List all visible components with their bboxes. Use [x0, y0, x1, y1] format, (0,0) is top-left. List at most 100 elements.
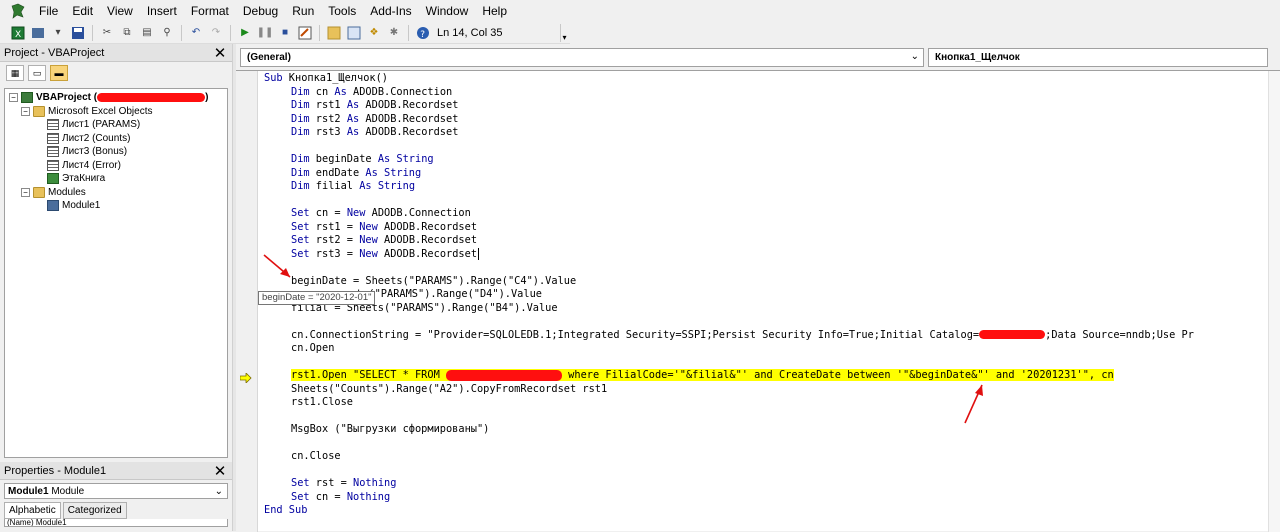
paste-icon[interactable]: ▤ [139, 25, 155, 41]
execution-point-icon [240, 373, 252, 383]
code-line: Dim rst1 As ADODB.Recordset [291, 99, 459, 111]
tree-node-sheet[interactable]: Лист1 (PARAMS) [9, 118, 227, 132]
redo-icon[interactable]: ↷ [208, 25, 224, 41]
tree-node-workbook[interactable]: ЭтаКнига [9, 172, 227, 186]
collapse-icon[interactable]: − [21, 187, 30, 197]
close-icon[interactable]: ✕ [212, 463, 228, 480]
menu-file[interactable]: File [32, 0, 65, 22]
chevron-down-icon[interactable]: ⌄ [215, 486, 223, 497]
object-browser-icon[interactable]: ❖ [366, 25, 382, 41]
procedure-combo[interactable]: Кнопка1_Щелчок [928, 48, 1268, 67]
tree-node-label: Modules [48, 186, 86, 198]
tree-node-sheet[interactable]: Лист2 (Counts) [9, 132, 227, 146]
menu-help[interactable]: Help [475, 0, 514, 22]
worksheet-icon [47, 132, 59, 144]
tree-node-sheet[interactable]: Лист4 (Error) [9, 159, 227, 173]
code-line: MsgBox ("Выгрузки сформированы") [291, 423, 490, 435]
menu-add-ins[interactable]: Add-Ins [363, 0, 418, 22]
code-line: cn.ConnectionString = "Provider=SQLOLEDB… [291, 328, 1194, 341]
undo-icon[interactable]: ↶ [188, 25, 204, 41]
run-icon[interactable]: ▶ [237, 25, 253, 41]
menu-edit[interactable]: Edit [65, 0, 100, 22]
tab-alphabetic[interactable]: Alphabetic [4, 502, 61, 519]
code-editor[interactable]: Sub Кнопка1_Щелчок() Dim cn As ADODB.Con… [236, 70, 1280, 532]
tree-node-sheet[interactable]: Лист3 (Bonus) [9, 145, 227, 159]
code-line: Dim beginDate As String [291, 153, 434, 165]
tree-node-vbaproject[interactable]: − VBAProject ( ) [9, 91, 227, 105]
close-icon[interactable]: ✕ [212, 45, 228, 62]
project-explorer-icon[interactable] [326, 25, 342, 41]
code-line: Sheets("Counts").Range("A2").CopyFromRec… [291, 382, 608, 395]
copy-icon[interactable]: ⧉ [119, 25, 135, 41]
object-select[interactable]: Module1 Module ⌄ [4, 483, 228, 499]
tree-node-modules[interactable]: − Modules [9, 186, 227, 200]
menu-debug[interactable]: Debug [236, 0, 285, 22]
insert-module-icon[interactable] [30, 25, 46, 41]
code-text[interactable]: Sub Кнопка1_Щелчок() Dim cn As ADODB.Con… [264, 72, 1280, 518]
project-tree: − VBAProject ( ) − Microsoft Excel Objec… [4, 88, 228, 458]
tree-node-label: Module1 [62, 200, 101, 212]
project-explorer-title-bar: Project - VBAProject ✕ [0, 44, 232, 62]
properties-title-bar: Properties - Module1 ✕ [0, 462, 232, 480]
tree-node-label: Лист3 (Bonus) [62, 146, 128, 158]
reset-icon[interactable]: ■ [277, 25, 293, 41]
tree-node-module1[interactable]: Module1 [9, 199, 227, 213]
module-icon [47, 200, 59, 212]
break-icon[interactable]: ❚❚ [257, 25, 274, 41]
menu-insert[interactable]: Insert [140, 0, 184, 22]
find-icon[interactable]: ⚲ [159, 25, 175, 41]
menu-tools[interactable]: Tools [321, 0, 363, 22]
folder-icon [33, 105, 45, 117]
toggle-folders-icon[interactable]: ▬ [50, 65, 68, 81]
view-object-icon[interactable]: ▭ [28, 65, 46, 81]
chevron-down-icon[interactable]: ⌄ [911, 51, 919, 62]
design-mode-icon[interactable] [297, 25, 313, 41]
code-line-current: rst1.Open "SELECT * FROM where FilialCod… [291, 369, 1114, 381]
dropdown-arrow-icon[interactable]: ▾ [50, 25, 66, 41]
excel-view-icon[interactable]: X [10, 25, 26, 41]
properties-window: Properties - Module1 ✕ Module1 Module ⌄ … [0, 462, 232, 531]
code-line: Dim rst2 As ADODB.Recordset [291, 112, 459, 125]
tab-categorized[interactable]: Categorized [62, 502, 127, 519]
menu-format[interactable]: Format [184, 0, 236, 22]
vba-app-icon[interactable] [8, 1, 28, 21]
menu-view[interactable]: View [100, 0, 140, 22]
toolbox-icon[interactable]: ✱ [386, 25, 402, 41]
toolbar-overflow-icon[interactable]: ▾ [560, 23, 568, 42]
redaction-mark [97, 93, 206, 103]
code-line: beginDate = Sheets("PARAMS").Range("C4")… [291, 274, 577, 287]
help-icon[interactable]: ? [415, 25, 431, 41]
view-code-icon[interactable]: ▦ [6, 65, 24, 81]
cursor-position: Ln 14, Col 35 [437, 26, 503, 39]
project-explorer-toolbar: ▦ ▭ ▬ [0, 62, 232, 84]
collapse-icon[interactable]: − [21, 106, 30, 116]
margin-indicator-bar[interactable] [236, 71, 258, 532]
properties-window-icon[interactable] [346, 25, 362, 41]
code-line: Dim filial As String [291, 180, 416, 192]
code-line: Set rst = Nothing [291, 477, 397, 489]
object-combo-value: (General) [247, 52, 291, 63]
code-line: rst1.Close [291, 396, 353, 408]
vertical-scrollbar[interactable] [1268, 71, 1280, 532]
cut-icon[interactable]: ✂ [99, 25, 115, 41]
procedure-combo-value: Кнопка1_Щелчок [935, 52, 1020, 63]
code-line: cn.Close [291, 450, 341, 462]
object-combo[interactable]: (General) ⌄ [240, 48, 924, 67]
code-line: Dim cn As ADODB.Connection [291, 85, 453, 98]
standard-toolbar: X ▾ ✂ ⧉ ▤ ⚲ ↶ ↷ ▶ ❚❚ ■ ❖ ✱ ? Ln 14, Col … [0, 22, 570, 44]
menu-bar: File Edit View Insert Format Debug Run T… [0, 0, 1280, 22]
menu-run[interactable]: Run [285, 0, 321, 22]
tree-node-label: VBAProject ( [36, 92, 98, 104]
save-icon[interactable] [70, 25, 86, 41]
code-window: (General) ⌄ Кнопка1_Щелчок Sub Кнопка1_Щ… [236, 44, 1280, 532]
menu-window[interactable]: Window [419, 0, 476, 22]
code-line: Set cn = New ADODB.Connection [291, 207, 471, 219]
project-explorer-title: Project - VBAProject [4, 46, 105, 59]
tree-node-label: Microsoft Excel Objects [48, 105, 153, 117]
property-row-name[interactable]: (Name) Module1 [4, 519, 228, 527]
code-line: Set cn = Nothing [291, 490, 391, 503]
collapse-icon[interactable]: − [9, 93, 18, 103]
tree-node-excel-objects[interactable]: − Microsoft Excel Objects [9, 105, 227, 119]
